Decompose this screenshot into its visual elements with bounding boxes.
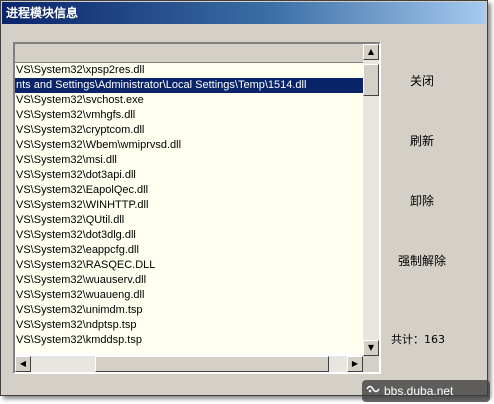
force-unload-button[interactable]: 强制解除 — [389, 250, 455, 272]
scroll-right-button[interactable]: ▶ — [347, 356, 363, 372]
horizontal-scroll-thumb[interactable] — [95, 356, 329, 372]
module-row[interactable]: VS\System32\dot3api.dll — [15, 168, 363, 183]
watermark-text: bbs.duba.net — [384, 384, 454, 398]
scrollbar-corner — [363, 356, 379, 372]
module-row[interactable]: VS\System32\wuaueng.dll — [15, 288, 363, 303]
module-row[interactable]: VS\System32\cryptcom.dll — [15, 123, 363, 138]
watermark-badge: bbs.duba.net — [362, 380, 490, 402]
process-module-window: 进程模块信息 VS\System32\xpsp2res.dll nts and S… — [0, 0, 488, 396]
list-column-header[interactable] — [15, 44, 363, 63]
module-row[interactable]: VS\System32\unimdm.tsp — [15, 303, 363, 318]
module-row[interactable]: nts and Settings\Administrator\Local Set… — [15, 78, 363, 93]
arrow-up-icon: ▲ — [367, 47, 375, 56]
unload-button[interactable]: 卸除 — [389, 190, 455, 212]
module-row[interactable]: VS\System32\Wbem\wmiprvsd.dll — [15, 138, 363, 153]
refresh-button[interactable]: 刷新 — [389, 130, 455, 152]
module-row[interactable]: VS\System32\RASQEC.DLL — [15, 258, 363, 273]
module-row[interactable]: VS\System32\msi.dll — [15, 153, 363, 168]
arrow-down-icon: ▼ — [367, 343, 375, 352]
vertical-scrollbar[interactable]: ▲ ▼ — [363, 44, 379, 356]
module-row[interactable]: VS\System32\dot3dlg.dll — [15, 228, 363, 243]
module-row[interactable]: VS\System32\WINHTTP.dll — [15, 198, 363, 213]
close-button[interactable]: 关闭 — [389, 70, 455, 92]
module-row[interactable]: VS\System32\wuauserv.dll — [15, 273, 363, 288]
horizontal-scrollbar[interactable]: ◀ ▶ — [15, 356, 363, 372]
module-count: 共计：163 — [391, 333, 445, 346]
module-row[interactable]: VS\System32\xpsp2res.dll — [15, 63, 363, 78]
module-row[interactable]: VS\System32\QUtil.dll — [15, 213, 363, 228]
module-row[interactable]: VS\System32\EapolQec.dll — [15, 183, 363, 198]
module-row[interactable]: VS\System32\kmddsp.tsp — [15, 333, 363, 348]
module-list[interactable]: VS\System32\xpsp2res.dll nts and Settings… — [13, 42, 381, 374]
duba-logo-icon — [362, 380, 384, 402]
module-rows: VS\System32\xpsp2res.dll nts and Settings… — [15, 63, 363, 353]
scroll-left-button[interactable]: ◀ — [15, 356, 31, 372]
arrow-left-icon: ◀ — [19, 359, 27, 368]
module-row[interactable]: VS\System32\vmhgfs.dll — [15, 108, 363, 123]
module-row[interactable]: VS\System32\svchost.exe — [15, 93, 363, 108]
vertical-scroll-thumb[interactable] — [363, 64, 379, 96]
arrow-right-icon: ▶ — [351, 359, 359, 368]
module-row[interactable]: VS\System32\ndptsp.tsp — [15, 318, 363, 333]
scroll-up-button[interactable]: ▲ — [363, 44, 379, 60]
module-row[interactable]: VS\System32\eappcfg.dll — [15, 243, 363, 258]
window-title: 进程模块信息 — [2, 2, 486, 24]
scroll-down-button[interactable]: ▼ — [363, 340, 379, 356]
